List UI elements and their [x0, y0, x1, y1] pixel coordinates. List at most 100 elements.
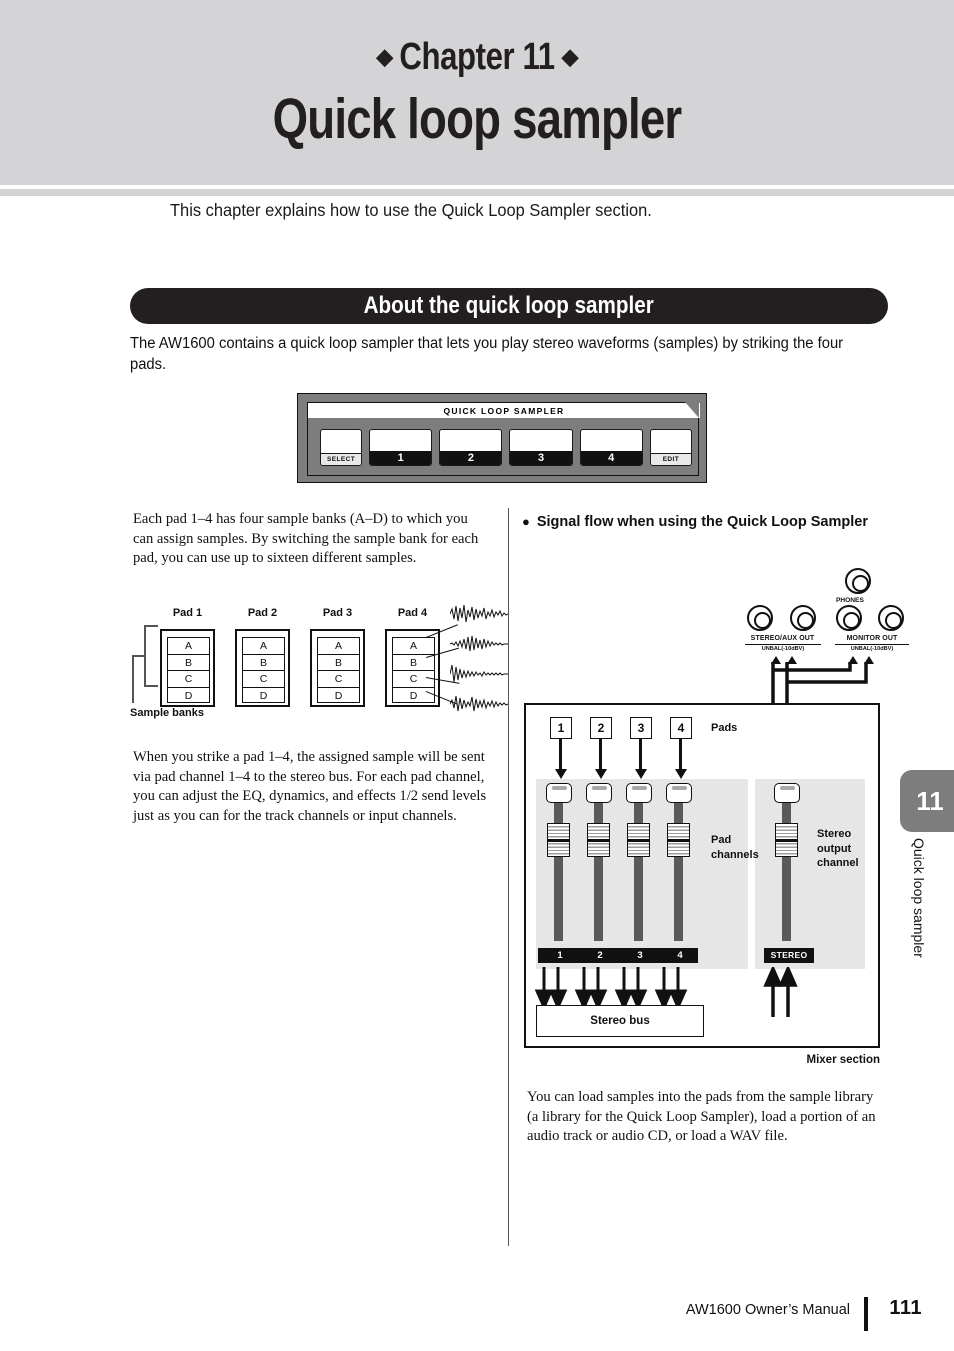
mixer-section-caption: Mixer section	[806, 1054, 881, 1066]
sample-banks-label: Sample banks	[130, 707, 204, 719]
bullet-icon: ●	[522, 514, 530, 529]
pad-4-bank-d: D	[409, 689, 418, 702]
footer-manual-name: AW1600 Owner’s Manual	[685, 1302, 850, 1318]
pad-channel-number-3: 3	[637, 950, 643, 961]
pad-2-bank-c: C	[243, 671, 284, 688]
pad-arrow-stem-3	[639, 739, 643, 771]
pad-2-bank-b: B	[243, 655, 284, 671]
pad-channel-fader-4[interactable]	[666, 823, 690, 857]
right-paragraph: You can load samples into the pads from …	[527, 1089, 876, 1144]
pad-channel-number-bar: 1 2 3 4	[538, 948, 698, 963]
stereo-aux-out-jack-l-icon	[747, 605, 773, 631]
pads-label: Pads	[711, 722, 738, 734]
pad-select-button[interactable]: SELECT	[320, 429, 363, 466]
pad-arrow-stem-4	[679, 739, 683, 771]
pad-channel-fader-1[interactable]	[546, 823, 570, 857]
pad-button-1-label: 1	[370, 451, 432, 465]
pad-3-banks: A B C D	[317, 637, 360, 703]
section-banner: About the quick loop sampler	[130, 288, 888, 324]
pad-4-bank-a: A	[393, 638, 434, 655]
footer-rule	[864, 1297, 868, 1331]
pad-button-3[interactable]: 3	[509, 429, 573, 466]
pad-arrow-head-1	[555, 769, 567, 779]
pad-select-label: SELECT	[321, 453, 362, 465]
monitor-out-jack-r-icon	[878, 605, 904, 631]
pad-4-outer: A B C D	[385, 629, 440, 707]
pad-button-3-label: 3	[510, 451, 572, 465]
diamond-left-icon: ◆	[376, 44, 393, 69]
pad-button-4[interactable]: 4	[579, 429, 643, 466]
pad-2-title: Pad 2	[247, 607, 278, 619]
chapter-number: ◆ Chapter 11 ◆	[86, 36, 868, 79]
waveform-icon-c	[450, 664, 508, 683]
chapter-intro-text: This chapter explains how to use the Qui…	[170, 200, 652, 220]
pad-box-3: 3	[630, 717, 652, 739]
pad-box-1: 1	[550, 717, 572, 739]
pad-bank-figure: Sample banks Pad 1 A B C D Pad 2 A B C D…	[130, 585, 510, 725]
pad-channel-knob-2	[586, 783, 612, 803]
phones-label: PHONES	[836, 597, 864, 604]
pad-channel-knob-4	[666, 783, 692, 803]
stereo-channel-fader[interactable]	[774, 823, 798, 857]
pad-3-bank-d: D	[334, 689, 343, 702]
stereo-output-label-line3: channel	[817, 857, 859, 869]
left-paragraph-2: When you strike a pad 1–4, the assigned …	[133, 749, 487, 824]
left-paragraph-1: Each pad 1–4 has four sample banks (A–D)…	[133, 511, 479, 566]
pad-channel-number-4: 4	[677, 950, 683, 961]
pad-2-bank-a: A	[243, 638, 284, 655]
hardware-panel-buttons: SELECT 1 2 3 4 EDIT	[320, 425, 692, 470]
pad-arrow-head-3	[635, 769, 647, 779]
pad-channel-knob-1	[546, 783, 572, 803]
stereo-output-channel-label: Stereo output channel	[817, 827, 859, 871]
page-title: Quick loop sampler	[272, 87, 683, 151]
pad-3-title: Pad 3	[322, 607, 353, 619]
waveform-group	[450, 597, 512, 715]
section-banner-title: About the quick loop sampler	[363, 292, 655, 319]
pad-1-outer: A B C D	[160, 629, 215, 707]
pad-1-banks: A B C D	[167, 637, 210, 703]
pad-channel-number-1: 1	[557, 950, 563, 961]
pad-channel-fader-2[interactable]	[586, 823, 610, 857]
stereo-aux-out-jack-r-icon	[790, 605, 816, 631]
stereo-channel-bar-label: STEREO	[764, 948, 814, 963]
stereo-output-label-line2: output	[817, 842, 852, 855]
pad-4-bank-c: C	[393, 671, 434, 688]
page-footer: AW1600 Owner’s Manual 111	[0, 1296, 954, 1336]
pad-arrow-stem-2	[599, 739, 603, 771]
pad-edit-button[interactable]: EDIT	[649, 429, 692, 466]
hardware-panel-figure: QUICK LOOP SAMPLER SELECT 1 2 3 4 EDIT	[297, 393, 707, 483]
pad-channel-knob-3	[626, 783, 652, 803]
pad-1-bank-c: C	[168, 671, 209, 688]
pad-button-4-label: 4	[580, 451, 642, 465]
chapter-number-label: Chapter 11	[399, 36, 555, 78]
pad-button-2[interactable]: 2	[439, 429, 503, 466]
pad-channels-label-line2: channels	[711, 848, 759, 861]
stereo-channel-shade	[755, 779, 865, 969]
monitor-out-jack-l-icon	[836, 605, 862, 631]
signal-flow-heading: ● Signal flow when using the Quick Loop S…	[522, 512, 882, 532]
pad-channels-label-line1: Pad	[711, 834, 732, 846]
pad-arrow-head-4	[675, 769, 687, 779]
pad-arrow-stem-1	[559, 739, 563, 771]
pad-box-4: 4	[670, 717, 692, 739]
signal-flow-heading-text: Signal flow when using the Quick Loop Sa…	[536, 514, 868, 530]
footer-page-number: 111	[889, 1297, 922, 1319]
waveform-icon-a	[450, 604, 508, 623]
pad-3-outer: A B C D	[310, 629, 365, 707]
pad-box-2: 2	[590, 717, 612, 739]
pad-edit-label: EDIT	[650, 453, 691, 465]
pad-channel-number-2: 2	[597, 950, 603, 961]
diamond-right-icon: ◆	[561, 44, 578, 69]
waveform-icon-b	[450, 635, 508, 652]
pad-1-title: Pad 1	[172, 607, 203, 619]
pad-1-bank-b: B	[168, 655, 209, 671]
phones-jack-icon	[845, 568, 871, 594]
stereo-channel-knob	[774, 783, 800, 803]
pad-button-1[interactable]: 1	[369, 429, 433, 466]
pad-channel-fader-3[interactable]	[626, 823, 650, 857]
pad-channels-label: Pad channels	[711, 833, 759, 862]
chapter-side-tab: 11	[900, 770, 954, 832]
monitor-out-label: MONITOR OUT	[846, 635, 898, 642]
pad-3-bank-a: A	[318, 638, 359, 655]
pad-1-bank-a: A	[168, 638, 209, 655]
